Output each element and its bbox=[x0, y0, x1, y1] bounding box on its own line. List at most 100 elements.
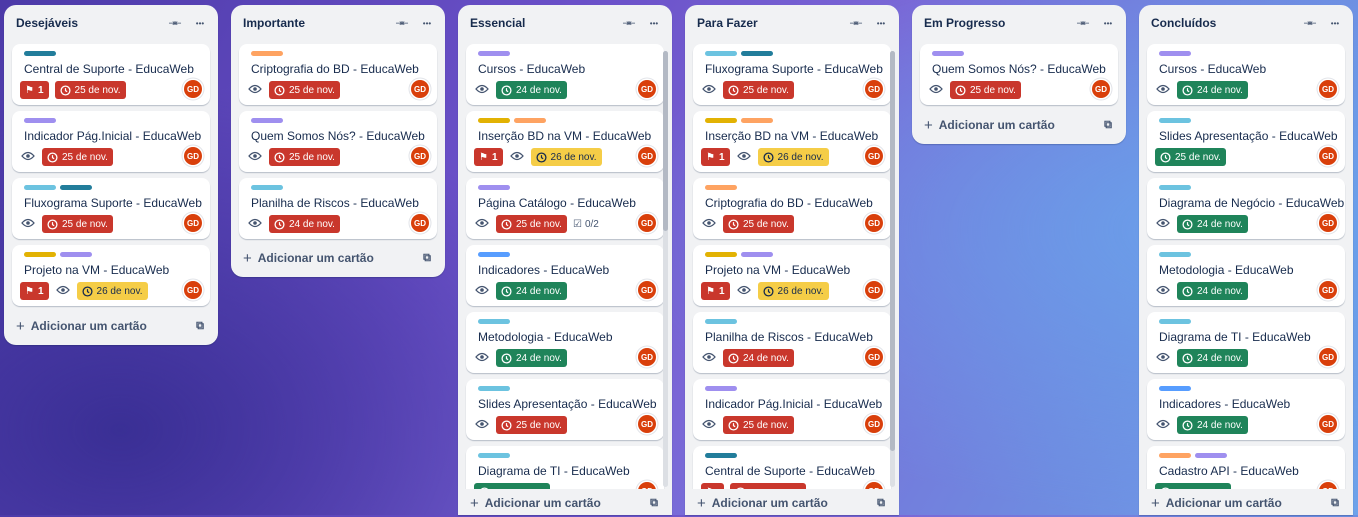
due-date-badge[interactable]: 24 de nov. bbox=[1177, 81, 1248, 99]
label-sky[interactable] bbox=[1159, 252, 1191, 257]
label-purple[interactable] bbox=[60, 252, 92, 257]
label-teal[interactable] bbox=[705, 453, 737, 458]
list-title[interactable]: Desejáveis bbox=[16, 16, 158, 30]
label-orange[interactable] bbox=[741, 118, 773, 123]
label-teal[interactable] bbox=[60, 185, 92, 190]
avatar[interactable]: GD bbox=[638, 80, 656, 98]
template-icon[interactable]: ⧉ bbox=[423, 252, 431, 265]
card[interactable]: Diagrama de TI - EducaWebGD bbox=[466, 446, 664, 489]
scrollbar-thumb[interactable] bbox=[890, 51, 895, 451]
template-icon[interactable]: ⧉ bbox=[196, 320, 204, 333]
label-sky[interactable] bbox=[705, 51, 737, 56]
due-date-badge[interactable]: 25 de nov. bbox=[42, 215, 113, 233]
add-card-button[interactable]: + Adicionar um cartão ⧉ bbox=[693, 489, 891, 517]
due-date-badge[interactable]: 24 de nov. bbox=[1177, 416, 1248, 434]
list-title[interactable]: Importante bbox=[243, 16, 385, 30]
label-purple[interactable] bbox=[932, 51, 964, 56]
label-orange[interactable] bbox=[705, 185, 737, 190]
more-icon[interactable]: ••• bbox=[871, 13, 891, 33]
collapse-icon[interactable]: ⇥⇤ bbox=[618, 13, 638, 33]
avatar[interactable]: GD bbox=[411, 80, 429, 98]
card[interactable]: Metodologia - EducaWeb 24 de nov. GD bbox=[466, 312, 664, 373]
collapse-icon[interactable]: ⇥⇤ bbox=[1299, 13, 1319, 33]
due-date-badge[interactable]: 25 de nov. bbox=[496, 215, 567, 233]
card[interactable]: Slides Apresentação - EducaWeb 25 de nov.… bbox=[466, 379, 664, 440]
avatar[interactable]: GD bbox=[184, 80, 202, 98]
avatar[interactable]: GD bbox=[411, 214, 429, 232]
collapse-icon[interactable]: ⇥⇤ bbox=[845, 13, 865, 33]
avatar[interactable]: GD bbox=[865, 281, 883, 299]
card[interactable]: Diagrama de Negócio - EducaWeb 24 de nov.… bbox=[1147, 178, 1345, 239]
card[interactable]: Criptografia do BD - EducaWeb 25 de nov. G… bbox=[693, 178, 891, 239]
avatar[interactable]: GD bbox=[411, 147, 429, 165]
card[interactable]: Fluxograma Suporte - EducaWeb 25 de nov. G… bbox=[693, 44, 891, 105]
card[interactable]: Slides Apresentação - EducaWeb 25 de nov.… bbox=[1147, 111, 1345, 172]
add-card-button[interactable]: + Adicionar um cartão ⧉ bbox=[239, 244, 437, 272]
add-card-button[interactable]: + Adicionar um cartão ⧉ bbox=[1147, 489, 1345, 517]
label-purple[interactable] bbox=[478, 185, 510, 190]
due-date-badge[interactable]: 24 de nov. bbox=[723, 349, 794, 367]
card[interactable]: Quem Somos Nós? - EducaWeb 25 de nov. GD bbox=[920, 44, 1118, 105]
label-yellow[interactable] bbox=[705, 118, 737, 123]
avatar[interactable]: GD bbox=[1092, 80, 1110, 98]
list-title[interactable]: Essencial bbox=[470, 16, 612, 30]
card[interactable]: Diagrama de TI - EducaWeb 24 de nov. GD bbox=[1147, 312, 1345, 373]
collapse-icon[interactable]: ⇥⇤ bbox=[391, 13, 411, 33]
avatar[interactable]: GD bbox=[865, 214, 883, 232]
due-date-badge[interactable]: 25 de nov. bbox=[269, 81, 340, 99]
add-card-button[interactable]: + Adicionar um cartão ⧉ bbox=[920, 111, 1118, 139]
avatar[interactable]: GD bbox=[1319, 147, 1337, 165]
label-orange[interactable] bbox=[251, 51, 283, 56]
template-icon[interactable]: ⧉ bbox=[1331, 497, 1339, 510]
avatar[interactable]: GD bbox=[865, 80, 883, 98]
list-title[interactable]: Concluídos bbox=[1151, 16, 1293, 30]
label-sky[interactable] bbox=[705, 319, 737, 324]
card[interactable]: Planilha de Riscos - EducaWeb 24 de nov. G… bbox=[693, 312, 891, 373]
due-date-badge[interactable]: 25 de nov. bbox=[1155, 148, 1226, 166]
list-title[interactable]: Para Fazer bbox=[697, 16, 839, 30]
card[interactable]: Inserção BD na VM - EducaWeb ⚑ 1 26 de nov.… bbox=[466, 111, 664, 172]
more-icon[interactable]: ••• bbox=[1098, 13, 1118, 33]
due-date-badge[interactable]: 24 de nov. bbox=[496, 81, 567, 99]
due-date-badge[interactable]: 25 de nov. bbox=[42, 148, 113, 166]
card[interactable]: Indicadores - EducaWeb 24 de nov. GD bbox=[1147, 379, 1345, 440]
avatar[interactable]: GD bbox=[1319, 80, 1337, 98]
card[interactable]: Cursos - EducaWeb 24 de nov. GD bbox=[466, 44, 664, 105]
label-yellow[interactable] bbox=[478, 118, 510, 123]
due-date-badge[interactable]: 25 de nov. bbox=[950, 81, 1021, 99]
due-date-badge[interactable]: 24 de nov. bbox=[1177, 215, 1248, 233]
label-sky[interactable] bbox=[1159, 185, 1191, 190]
avatar[interactable]: GD bbox=[865, 147, 883, 165]
due-date-badge[interactable]: 24 de nov. bbox=[496, 349, 567, 367]
due-date-badge[interactable]: 25 de nov. bbox=[723, 81, 794, 99]
card[interactable]: Criptografia do BD - EducaWeb 25 de nov. G… bbox=[239, 44, 437, 105]
label-teal[interactable] bbox=[741, 51, 773, 56]
due-date-badge[interactable]: 25 de nov. bbox=[723, 215, 794, 233]
collapse-icon[interactable]: ⇥⇤ bbox=[164, 13, 184, 33]
due-date-badge[interactable]: 25 de nov. bbox=[269, 148, 340, 166]
label-purple[interactable] bbox=[251, 118, 283, 123]
due-date-badge[interactable]: 26 de nov. bbox=[530, 148, 602, 166]
label-sky[interactable] bbox=[478, 386, 510, 391]
avatar[interactable]: GD bbox=[638, 348, 656, 366]
card[interactable]: Indicadores - EducaWeb 24 de nov. GD bbox=[466, 245, 664, 306]
card[interactable]: Inserção BD na VM - EducaWeb ⚑ 1 26 de nov.… bbox=[693, 111, 891, 172]
label-purple[interactable] bbox=[24, 118, 56, 123]
label-yellow[interactable] bbox=[705, 252, 737, 257]
card[interactable]: Quem Somos Nós? - EducaWeb 25 de nov. GD bbox=[239, 111, 437, 172]
label-purple[interactable] bbox=[1195, 453, 1227, 458]
due-date-badge[interactable]: 24 de nov. bbox=[496, 282, 567, 300]
label-purple[interactable] bbox=[478, 51, 510, 56]
label-sky[interactable] bbox=[478, 319, 510, 324]
avatar[interactable]: GD bbox=[1319, 348, 1337, 366]
collapse-icon[interactable]: ⇥⇤ bbox=[1072, 13, 1092, 33]
label-sky[interactable] bbox=[1159, 118, 1191, 123]
label-sky[interactable] bbox=[478, 453, 510, 458]
label-purple[interactable] bbox=[705, 386, 737, 391]
card[interactable]: Central de Suporte - EducaWeb ⚑ 1 25 de nov… bbox=[12, 44, 210, 105]
more-icon[interactable]: ••• bbox=[190, 13, 210, 33]
more-icon[interactable]: ••• bbox=[1325, 13, 1345, 33]
label-orange[interactable] bbox=[1159, 453, 1191, 458]
label-sky[interactable] bbox=[1159, 319, 1191, 324]
add-card-button[interactable]: + Adicionar um cartão ⧉ bbox=[12, 312, 210, 340]
